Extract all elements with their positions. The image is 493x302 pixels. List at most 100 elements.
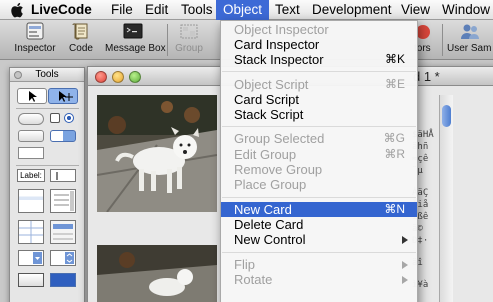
menu-view[interactable]: View — [401, 0, 430, 20]
combo-arrow-icon — [33, 252, 42, 264]
menu-app-livecode[interactable]: LiveCode — [31, 0, 92, 20]
menu-item-shortcut: ⌘N — [384, 202, 405, 216]
popup-arrow-icon — [65, 252, 74, 264]
window-zoom-icon[interactable] — [129, 71, 141, 83]
text-cursor-icon — [56, 172, 58, 180]
group-label: Group — [175, 43, 203, 54]
code-button[interactable]: Code — [53, 22, 109, 58]
submenu-arrow-icon — [402, 276, 408, 284]
group-icon — [180, 24, 198, 39]
tools-palette: Tools Label: — [9, 67, 85, 302]
toolbar-divider-right — [442, 24, 443, 56]
menu-item-new-card[interactable]: New Card ⌘N — [221, 202, 417, 217]
pointer-crosshair-icon — [59, 91, 73, 102]
menu-item-shortcut: ⌘E — [384, 77, 405, 91]
menu-item-label: Edit Group — [234, 147, 297, 162]
menu-item-label: Delete Card — [234, 217, 304, 232]
palette-close-icon[interactable] — [14, 71, 22, 79]
menu-item-rotate[interactable]: Rotate — [221, 272, 417, 287]
message-box-label: Message Box — [105, 43, 166, 54]
menu-item-edit-group[interactable]: Edit Group ⌘R — [221, 147, 417, 162]
menu-item-label: Remove Group — [234, 162, 323, 177]
menu-development[interactable]: Development — [312, 0, 392, 20]
dog-photo-thumbnail-image — [97, 245, 217, 302]
menu-item-group-selected[interactable]: Group Selected ⌘G — [221, 131, 417, 146]
menu-window[interactable]: Window — [442, 0, 490, 20]
menu-item-label: Place Group — [234, 177, 307, 192]
tools-palette-titlebar[interactable]: Tools — [10, 68, 84, 82]
menu-divider — [222, 252, 416, 253]
menu-item-stack-script[interactable]: Stack Script — [221, 107, 417, 122]
dog-photo-image — [97, 95, 217, 212]
menu-item-object-inspector[interactable]: Object Inspector — [221, 22, 417, 37]
option-menu-tool[interactable] — [50, 130, 76, 142]
menu-item-object-script[interactable]: Object Script ⌘E — [221, 77, 417, 92]
menu-item-label: Stack Script — [234, 107, 304, 122]
menu-item-label: Group Selected — [234, 131, 325, 146]
data-grid-icon — [53, 224, 73, 240]
menu-bar-tool[interactable] — [50, 273, 76, 287]
menu-text[interactable]: Text — [275, 0, 300, 20]
table-field-tool[interactable] — [18, 220, 44, 244]
menu-item-card-inspector[interactable]: Card Inspector — [221, 37, 417, 52]
menu-divider — [222, 197, 416, 198]
code-script-icon — [72, 23, 88, 40]
menu-item-label: Card Script — [234, 92, 300, 107]
button-tool[interactable] — [18, 113, 44, 125]
data-grid-tool[interactable] — [50, 220, 76, 244]
pointer-tool[interactable] — [48, 88, 78, 104]
table-grid-icon — [19, 221, 43, 243]
rect-button-tool[interactable] — [18, 130, 44, 142]
menu-item-label: Object Inspector — [234, 22, 329, 37]
window-close-icon[interactable] — [95, 71, 107, 83]
label-field-tool[interactable]: Label: — [17, 169, 45, 182]
message-box-icon — [123, 23, 143, 39]
menu-item-shortcut: ⌘G — [383, 131, 405, 145]
browse-arrow-icon — [29, 91, 37, 102]
menu-item-label: New Card — [234, 202, 292, 217]
menu-item-flip[interactable]: Flip — [221, 257, 417, 272]
palette-divider — [16, 165, 79, 166]
menu-item-place-group[interactable]: Place Group — [221, 177, 417, 192]
radio-tool[interactable] — [64, 113, 74, 123]
palette-divider — [16, 108, 79, 109]
combo-box-tool[interactable] — [18, 250, 44, 266]
group-button[interactable]: Group — [172, 22, 206, 58]
tab-panel-tool[interactable] — [18, 273, 44, 287]
submenu-arrow-icon — [402, 236, 408, 244]
menu-object[interactable]: Object — [216, 0, 270, 20]
checkbox-tool[interactable] — [50, 113, 60, 123]
field-scrollbar[interactable] — [439, 95, 453, 302]
scrolling-field-tool[interactable] — [18, 189, 44, 213]
popup-menu-tool[interactable] — [50, 250, 76, 266]
menu-item-card-script[interactable]: Card Script — [221, 92, 417, 107]
menu-item-remove-group[interactable]: Remove Group — [221, 162, 417, 177]
menu-item-label: Card Inspector — [234, 37, 320, 52]
user-samples-label: User Sam — [447, 43, 492, 54]
browse-tool[interactable] — [17, 88, 47, 104]
menu-item-stack-inspector[interactable]: Stack Inspector ⌘K — [221, 52, 417, 67]
inspector-icon — [26, 22, 44, 40]
menu-item-label: Stack Inspector — [234, 52, 324, 67]
user-samples-button[interactable]: User Sam — [447, 22, 493, 58]
window-minimize-icon[interactable] — [112, 71, 124, 83]
errors-icon — [416, 25, 430, 39]
menu-item-shortcut: ⌘R — [384, 147, 405, 161]
menu-tools[interactable]: Tools — [181, 0, 213, 20]
list-field-tool[interactable] — [50, 189, 76, 213]
menu-divider — [222, 71, 416, 72]
submenu-arrow-icon — [402, 261, 408, 269]
message-box-button[interactable]: Message Box — [105, 22, 166, 58]
menu-edit[interactable]: Edit — [145, 0, 168, 20]
toolbar-divider — [167, 24, 168, 56]
menu-item-label: Flip — [234, 257, 255, 272]
scrollbar-thumb[interactable] — [442, 105, 451, 127]
menu-file[interactable]: File — [111, 0, 133, 20]
text-entry-tool[interactable] — [50, 169, 76, 182]
field-tool[interactable] — [18, 147, 44, 159]
apple-icon[interactable] — [10, 2, 24, 18]
menu-item-new-control[interactable]: New Control — [221, 232, 417, 247]
menu-item-delete-card[interactable]: Delete Card — [221, 217, 417, 232]
list-lines-icon — [54, 191, 74, 211]
object-menu-dropdown: Object Inspector Card Inspector Stack In… — [220, 20, 418, 302]
